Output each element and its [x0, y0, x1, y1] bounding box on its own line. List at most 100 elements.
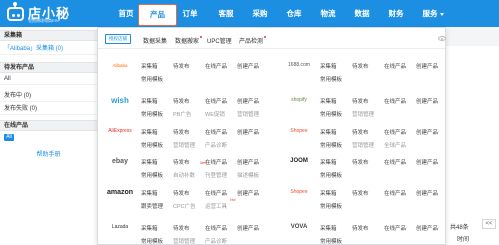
left-menu-item[interactable]: 营销管理	[173, 237, 195, 245]
right-menu-item[interactable]: 在线产品	[384, 158, 406, 166]
left-menu-item[interactable]: PB广告	[173, 110, 191, 118]
left-menu-item[interactable]: 待发布	[173, 128, 190, 136]
tab-product-check[interactable]: 产品检测	[239, 36, 267, 45]
right-menu-item[interactable]: 采集箱	[320, 189, 337, 197]
right-menu-item[interactable]: 待发布	[352, 62, 369, 70]
left-menu-item[interactable]: 常用模板	[141, 237, 163, 245]
right-menu-item[interactable]: 在线产品	[384, 62, 406, 70]
left-menu-item[interactable]: 描述模板	[237, 171, 259, 179]
left-menu-item[interactable]: 在线产品	[205, 128, 227, 136]
left-menu-item[interactable]: 采集箱	[141, 128, 158, 136]
left-menu-item[interactable]: 运营工具	[205, 202, 227, 210]
right-menu-item[interactable]: 常用模板	[320, 75, 342, 83]
tab-upc-management[interactable]: UPC管理	[207, 36, 232, 45]
sidebar-item-alibaba-box[interactable]: 「Alibaba」采集箱 (0)	[0, 44, 97, 55]
nav-finance[interactable]: 财务	[385, 0, 407, 27]
left-menu-item[interactable]: 跟卖管理	[141, 202, 163, 210]
right-menu-item[interactable]: 常用模板	[320, 171, 342, 179]
right-menu-item[interactable]: 创建产品	[416, 189, 438, 197]
left-menu-item[interactable]: 待发布	[173, 97, 190, 105]
left-menu-item[interactable]: 营销管理	[237, 110, 259, 118]
sidebar-section-pending[interactable]: 待发布产品	[0, 62, 97, 73]
right-menu-item[interactable]: 采集箱	[320, 224, 337, 232]
sidebar-section-online[interactable]: 在线产品	[0, 120, 97, 131]
left-menu-item[interactable]: WE促销	[205, 110, 225, 118]
right-menu-item[interactable]: 创建产品	[416, 62, 438, 70]
right-menu-item[interactable]: 营销管理	[352, 110, 374, 118]
pager-prev-button[interactable]: <<	[482, 219, 496, 229]
left-menu-item[interactable]: 常用模板	[141, 141, 163, 149]
right-menu-item[interactable]: 创建产品	[416, 158, 438, 166]
eye-icon[interactable]	[438, 36, 446, 41]
right-menu-item[interactable]: 创建产品	[416, 97, 438, 105]
nav-home[interactable]: 首页	[115, 0, 137, 27]
left-menu-item[interactable]: 产品诊断	[205, 237, 227, 245]
right-menu-item[interactable]: 营销管理	[352, 141, 374, 149]
tab-data-collection[interactable]: 数据采集	[143, 36, 167, 45]
left-menu-item[interactable]: 创建产品	[237, 189, 259, 197]
left-menu-item[interactable]: 在线产品	[205, 224, 227, 232]
sidebar-item-all[interactable]: All	[0, 74, 97, 85]
left-menu-item[interactable]: 采集箱	[141, 189, 158, 197]
nav-data[interactable]: 数据	[351, 0, 373, 27]
authorize-store-button[interactable]: 授权店铺	[105, 34, 131, 44]
nav-warehouse[interactable]: 仓库	[283, 0, 305, 27]
right-menu-item[interactable]: 采集箱	[320, 158, 337, 166]
left-menu-item[interactable]: 创建产品	[237, 158, 259, 166]
left-menu-item[interactable]: 采集箱	[141, 224, 158, 232]
right-menu-item[interactable]: 常用模板	[320, 237, 342, 245]
right-menu-item[interactable]: 待发布	[352, 128, 369, 136]
left-menu-item[interactable]: 采集箱	[141, 62, 158, 70]
nav-logistics[interactable]: 物流	[317, 0, 339, 27]
left-menu-item[interactable]: 在线产品	[205, 97, 227, 105]
left-menu-item[interactable]: 创建产品	[237, 128, 259, 136]
left-menu-item[interactable]: 在线产品	[205, 158, 227, 166]
nav-orders[interactable]: 订单	[179, 0, 201, 27]
left-menu-item[interactable]: 刊登管理	[205, 171, 227, 179]
left-menu-item[interactable]: 创建产品	[237, 224, 259, 232]
left-menu-item[interactable]: 采集箱	[141, 158, 158, 166]
right-menu-item[interactable]: 采集箱	[320, 62, 337, 70]
right-menu-item[interactable]: 待发布	[352, 158, 369, 166]
right-menu-item[interactable]: 全球产品	[384, 141, 406, 149]
sidebar-item-publishing[interactable]: 发布中 (0)	[0, 91, 97, 102]
left-menu-item[interactable]: 待发布	[173, 158, 190, 166]
left-menu-item[interactable]: 营销管理	[173, 141, 195, 149]
nav-products[interactable]: 产品	[138, 4, 177, 26]
left-menu-item[interactable]: 待发布	[173, 62, 190, 70]
right-menu-item[interactable]: 在线产品	[384, 128, 406, 136]
right-menu-item[interactable]: 创建产品	[416, 224, 438, 232]
left-menu-item[interactable]: 待发布	[173, 189, 190, 197]
left-menu-item[interactable]: 自动补数	[173, 171, 195, 179]
app-logo[interactable]: 店小秘 免费跨境电商ERP	[4, 2, 100, 25]
help-manual-link[interactable]: 帮助手册	[0, 149, 97, 158]
right-menu-item[interactable]: 待发布	[352, 189, 369, 197]
left-menu-item[interactable]: 创建产品	[237, 62, 259, 70]
tab-data-migration[interactable]: 数据搬家	[175, 36, 203, 45]
right-menu-item[interactable]: 常用模板	[320, 202, 342, 210]
left-menu-item[interactable]: 创建产品	[237, 97, 259, 105]
right-menu-item[interactable]: 常用模板	[320, 110, 342, 118]
left-menu-item[interactable]: 常用模板	[141, 75, 163, 83]
left-menu-item[interactable]: 产品诊断	[205, 141, 227, 149]
online-all-tag[interactable]: All	[4, 134, 14, 141]
nav-purchase[interactable]: 采购	[249, 0, 271, 27]
right-menu-item[interactable]: 在线产品	[384, 97, 406, 105]
left-menu-item[interactable]: CPC广告	[173, 202, 196, 210]
left-menu-item[interactable]: 常用模板	[141, 110, 163, 118]
left-menu-item[interactable]: 待发布	[173, 224, 190, 232]
left-menu-item[interactable]: 在线产品	[205, 62, 227, 70]
sidebar-section-collection[interactable]: 采集箱	[0, 30, 97, 41]
nav-services-menu[interactable]: 服务	[418, 0, 448, 27]
right-menu-item[interactable]: 在线产品	[384, 189, 406, 197]
right-menu-item[interactable]: 采集箱	[320, 128, 337, 136]
sidebar-item-publish-failed[interactable]: 发布失败 (0)	[0, 104, 97, 115]
right-menu-item[interactable]: 待发布	[352, 97, 369, 105]
right-menu-item[interactable]: 创建产品	[416, 128, 438, 136]
nav-service[interactable]: 客服	[215, 0, 237, 27]
right-menu-item[interactable]: 在线产品	[384, 224, 406, 232]
left-menu-item[interactable]: 在线产品	[205, 189, 227, 197]
right-menu-item[interactable]: 采集箱	[320, 97, 337, 105]
right-menu-item[interactable]: 待发布	[352, 224, 369, 232]
right-menu-item[interactable]: 常用模板	[320, 141, 342, 149]
